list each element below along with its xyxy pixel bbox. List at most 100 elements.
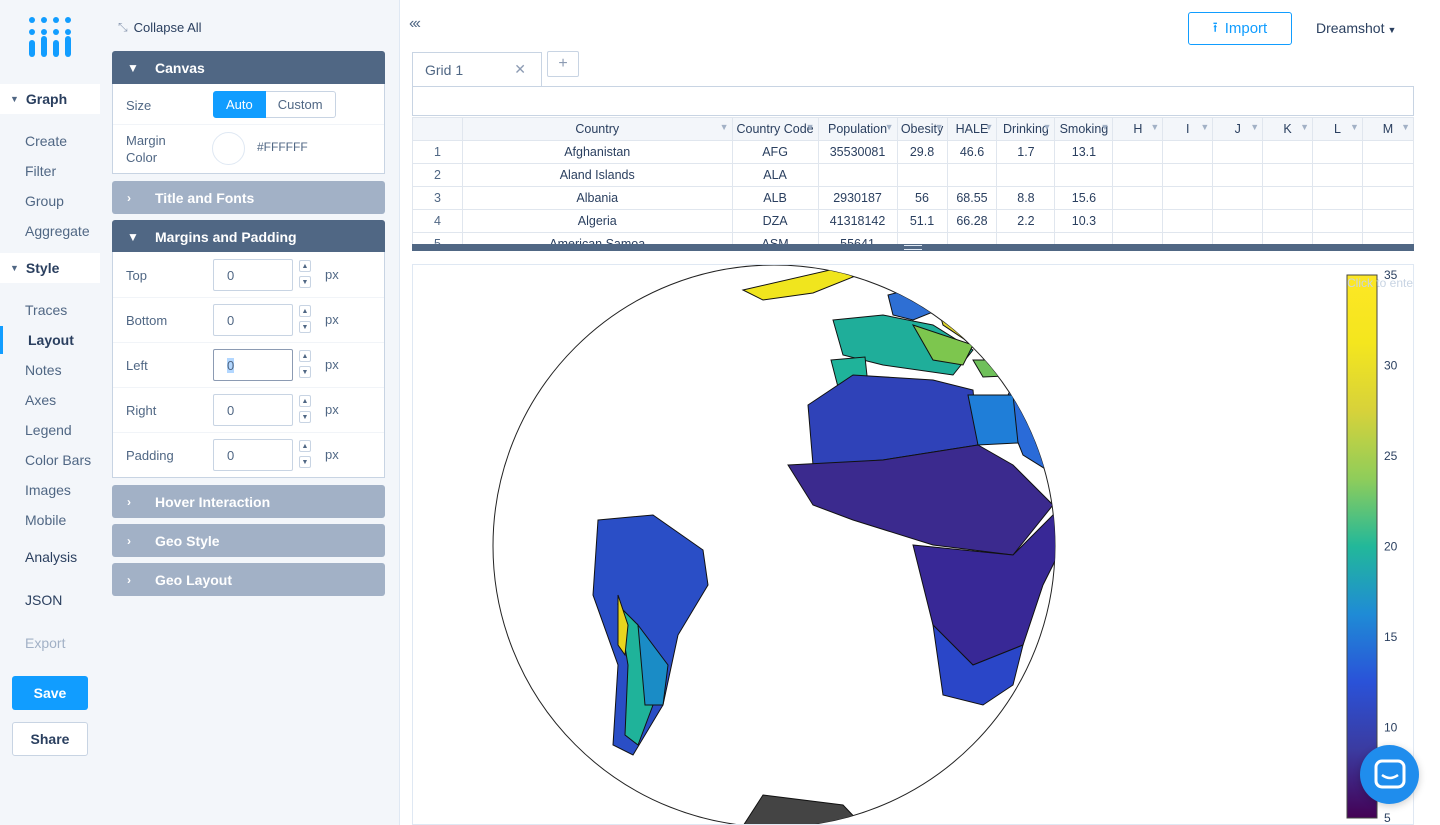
column-menu-icon[interactable]: ▼ bbox=[1043, 122, 1052, 132]
decrement-icon[interactable]: ▼ bbox=[299, 276, 311, 288]
table-cell[interactable]: 66.28 bbox=[946, 209, 998, 233]
table-cell[interactable]: DZA bbox=[731, 209, 819, 233]
nav-item-axes[interactable]: Axes bbox=[25, 392, 56, 408]
margin-bottom-input[interactable]: 0 bbox=[213, 304, 293, 336]
table-cell[interactable] bbox=[1112, 232, 1164, 244]
share-button[interactable]: Share bbox=[12, 722, 88, 756]
column-header[interactable]: I ▼ bbox=[1162, 117, 1214, 141]
column-menu-icon[interactable]: ▼ bbox=[1200, 122, 1209, 132]
column-header[interactable]: Obesity ▼ bbox=[896, 117, 948, 141]
column-menu-icon[interactable]: ▼ bbox=[1401, 122, 1410, 132]
table-cell[interactable]: Afghanistan bbox=[461, 140, 733, 164]
nav-item-color-bars[interactable]: Color Bars bbox=[25, 452, 91, 468]
table-cell[interactable] bbox=[1212, 232, 1264, 244]
table-cell[interactable] bbox=[1312, 186, 1363, 210]
table-cell[interactable] bbox=[1361, 232, 1414, 244]
nav-group-style[interactable]: ▼ Style bbox=[0, 253, 100, 283]
table-cell[interactable] bbox=[1361, 140, 1414, 164]
column-header[interactable]: K ▼ bbox=[1262, 117, 1314, 141]
table-cell[interactable] bbox=[1212, 163, 1264, 187]
table-cell[interactable] bbox=[1054, 232, 1114, 244]
table-cell[interactable]: 10.3 bbox=[1054, 209, 1114, 233]
close-icon[interactable]: ✕ bbox=[514, 61, 526, 78]
table-cell[interactable] bbox=[1262, 232, 1314, 244]
table-cell[interactable]: Algeria bbox=[461, 209, 733, 233]
padding-stepper[interactable]: ▲ ▼ bbox=[299, 440, 311, 472]
column-menu-icon[interactable]: ▼ bbox=[806, 122, 815, 132]
margin-left-input[interactable]: 0 bbox=[213, 349, 293, 381]
increment-icon[interactable]: ▲ bbox=[299, 305, 311, 317]
fold-geo-layout-header[interactable]: › Geo Layout bbox=[112, 563, 385, 596]
table-cell[interactable] bbox=[1361, 163, 1414, 187]
table-cell[interactable]: ALB bbox=[731, 186, 819, 210]
row-number[interactable]: 1 bbox=[412, 140, 463, 164]
margin-top-stepper[interactable]: ▲ ▼ bbox=[299, 260, 311, 292]
column-header[interactable]: Drinking ▼ bbox=[996, 117, 1056, 141]
table-cell[interactable] bbox=[1112, 186, 1164, 210]
nav-item-images[interactable]: Images bbox=[25, 482, 71, 498]
table-cell[interactable]: 8.8 bbox=[996, 186, 1056, 210]
table-cell[interactable]: 15.6 bbox=[1054, 186, 1114, 210]
column-header[interactable]: Country ▼ bbox=[461, 117, 733, 141]
margin-top-input[interactable]: 0 bbox=[213, 259, 293, 291]
formula-bar[interactable] bbox=[412, 86, 1414, 116]
table-cell[interactable] bbox=[817, 163, 898, 187]
size-custom-option[interactable]: Custom bbox=[265, 91, 336, 118]
column-menu-icon[interactable]: ▼ bbox=[1300, 122, 1309, 132]
table-cell[interactable] bbox=[1262, 209, 1314, 233]
table-cell[interactable] bbox=[1312, 163, 1363, 187]
row-number[interactable]: 4 bbox=[412, 209, 463, 233]
margin-color-swatch[interactable] bbox=[212, 132, 245, 165]
table-cell[interactable] bbox=[946, 163, 998, 187]
add-tab-button[interactable]: + bbox=[547, 51, 579, 77]
table-cell[interactable]: 56 bbox=[896, 186, 948, 210]
row-number[interactable]: 2 bbox=[412, 163, 463, 187]
column-header[interactable]: HALE ▼ bbox=[946, 117, 998, 141]
increment-icon[interactable]: ▲ bbox=[299, 260, 311, 272]
grid-resize-handle[interactable] bbox=[412, 244, 1414, 251]
collapse-all-button[interactable]: ⤡ Collapse All bbox=[118, 20, 202, 35]
fold-title-fonts-header[interactable]: › Title and Fonts bbox=[112, 181, 385, 214]
nav-item-create[interactable]: Create bbox=[25, 133, 67, 149]
padding-input[interactable]: 0 bbox=[213, 439, 293, 471]
nav-group-graph[interactable]: ▼ Graph bbox=[0, 84, 100, 114]
nav-item-traces[interactable]: Traces bbox=[25, 302, 67, 318]
table-cell[interactable] bbox=[1361, 209, 1414, 233]
table-cell[interactable]: 2.2 bbox=[996, 209, 1056, 233]
fold-geo-style-header[interactable]: › Geo Style bbox=[112, 524, 385, 557]
column-header[interactable]: H ▼ bbox=[1112, 117, 1164, 141]
column-menu-icon[interactable]: ▼ bbox=[720, 122, 729, 132]
table-cell[interactable] bbox=[1212, 140, 1264, 164]
table-cell[interactable]: 46.6 bbox=[946, 140, 998, 164]
table-cell[interactable]: ALA bbox=[731, 163, 819, 187]
table-cell[interactable] bbox=[1054, 163, 1114, 187]
column-header[interactable]: L ▼ bbox=[1312, 117, 1363, 141]
corner-cell[interactable] bbox=[412, 117, 463, 141]
table-cell[interactable] bbox=[1112, 163, 1164, 187]
column-header[interactable]: Population ▼ bbox=[817, 117, 898, 141]
user-menu[interactable]: Dreamshot ▼ bbox=[1316, 20, 1396, 36]
row-number[interactable]: 3 bbox=[412, 186, 463, 210]
table-cell[interactable] bbox=[946, 232, 998, 244]
column-menu-icon[interactable]: ▼ bbox=[1100, 122, 1109, 132]
table-cell[interactable]: 68.55 bbox=[946, 186, 998, 210]
decrement-icon[interactable]: ▼ bbox=[299, 456, 311, 468]
margin-right-input[interactable]: 0 bbox=[213, 394, 293, 426]
table-cell[interactable] bbox=[1112, 140, 1164, 164]
column-menu-icon[interactable]: ▼ bbox=[935, 122, 944, 132]
table-cell[interactable] bbox=[1162, 140, 1214, 164]
table-cell[interactable]: 1.7 bbox=[996, 140, 1056, 164]
table-cell[interactable] bbox=[1262, 140, 1314, 164]
table-cell[interactable]: Albania bbox=[461, 186, 733, 210]
nav-item-layout[interactable]: Layout bbox=[28, 332, 74, 348]
import-button[interactable]: ⭱ Import bbox=[1188, 12, 1292, 45]
save-button[interactable]: Save bbox=[12, 676, 88, 710]
margin-bottom-stepper[interactable]: ▲ ▼ bbox=[299, 305, 311, 337]
column-header[interactable]: Country Code ▼ bbox=[731, 117, 819, 141]
nav-item-export[interactable]: Export bbox=[25, 635, 65, 651]
column-menu-icon[interactable]: ▼ bbox=[885, 122, 894, 132]
table-cell[interactable] bbox=[1312, 140, 1363, 164]
nav-item-analysis[interactable]: Analysis bbox=[25, 549, 77, 565]
column-menu-icon[interactable]: ▼ bbox=[1150, 122, 1159, 132]
tab-grid-1[interactable]: Grid 1 ✕ bbox=[412, 52, 542, 87]
